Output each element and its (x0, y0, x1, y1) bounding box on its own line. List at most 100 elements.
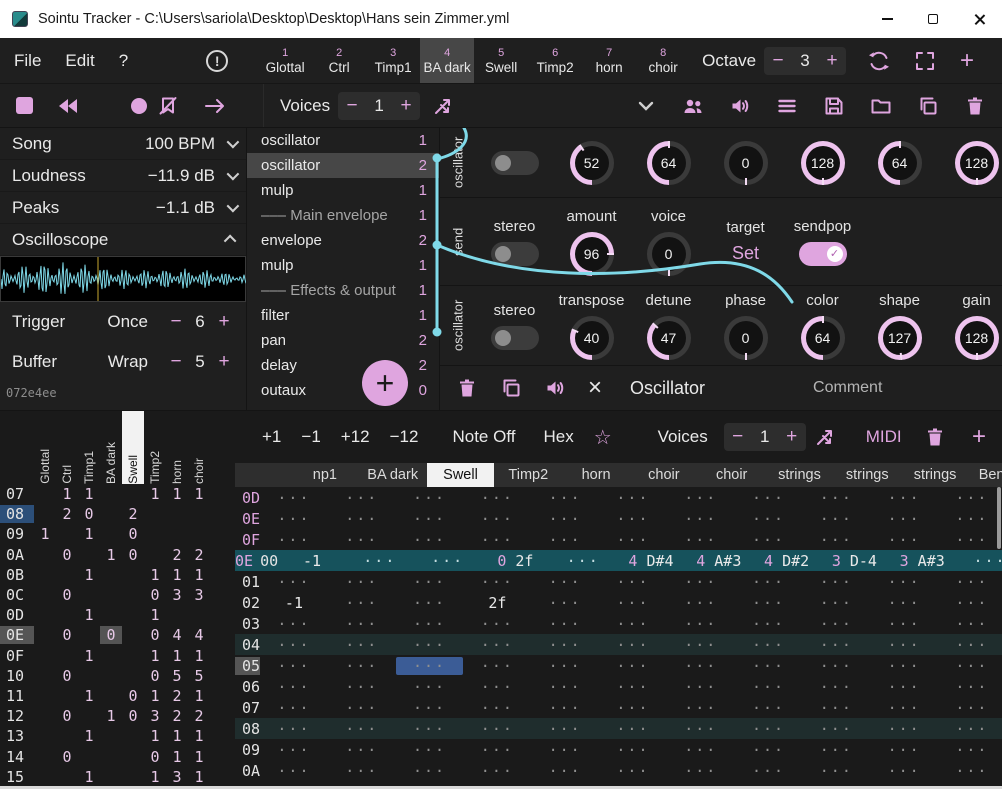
volume-icon[interactable] (729, 95, 751, 117)
note-cell[interactable]: ··· (396, 657, 464, 675)
chevron-down-icon[interactable] (227, 200, 240, 213)
order-cell[interactable]: 2 (166, 687, 188, 705)
rewind-icon[interactable] (57, 96, 81, 116)
note-cell[interactable]: ··· (938, 636, 1002, 654)
knob-transpose[interactable]: 40 (570, 316, 614, 360)
note-cell[interactable]: ··· (396, 531, 464, 549)
knob-param[interactable]: 0 (724, 141, 768, 185)
transpose-minus1-button[interactable]: −1 (301, 427, 320, 447)
note-cell[interactable]: ··· (260, 510, 328, 528)
note-cell[interactable]: ··· (667, 489, 735, 507)
note-row-index[interactable]: 0A (235, 762, 260, 780)
order-cell[interactable]: 1 (78, 485, 100, 503)
unit-list-item[interactable]: filter1 (247, 303, 439, 328)
note-cell[interactable]: ··· (667, 762, 735, 780)
order-cell[interactable]: 0 (122, 525, 144, 543)
order-cell[interactable]: 1 (166, 647, 188, 665)
note-cell[interactable]: ··· (260, 615, 328, 633)
note-cell[interactable]: ··· (531, 678, 599, 696)
note-cell[interactable]: ··· (396, 594, 464, 612)
note-cell[interactable]: ··· (735, 762, 803, 780)
track-tab-swell[interactable]: 5Swell (474, 38, 528, 83)
note-cell[interactable]: ··· (938, 594, 1002, 612)
note-cell[interactable]: ··· (667, 531, 735, 549)
note-cell[interactable]: ··· (735, 678, 803, 696)
order-row-index[interactable]: 12 (0, 707, 34, 725)
note-cell[interactable]: ··· (260, 678, 328, 696)
note-editor-scrollbar[interactable] (997, 487, 1001, 549)
knob-param[interactable]: 128 (801, 141, 845, 185)
note-row-index[interactable]: 05 (235, 657, 260, 675)
note-cell[interactable]: ··· (463, 636, 531, 654)
split-voices-icon[interactable] (432, 95, 454, 117)
note-cell[interactable]: 2f (463, 594, 531, 612)
order-cell[interactable]: 1 (166, 485, 188, 503)
unit-list-item[interactable]: delay2 (247, 353, 439, 378)
note-cell[interactable]: ··· (260, 573, 328, 591)
order-cell[interactable]: 3 (166, 768, 188, 786)
toggle-param[interactable] (491, 151, 539, 175)
knob-color[interactable]: 64 (801, 316, 845, 360)
note-row-index[interactable]: 0D (235, 489, 260, 507)
note-row-index[interactable]: 09 (235, 741, 260, 759)
note-cell[interactable]: ··· (599, 489, 667, 507)
note-cell[interactable]: ··· (802, 699, 870, 717)
order-cell[interactable]: 4 (188, 626, 210, 644)
voices-increment-button[interactable]: + (392, 95, 420, 117)
note-cell[interactable]: ··· (735, 510, 803, 528)
order-header-horn[interactable]: horn (166, 411, 188, 484)
order-cell[interactable]: 0 (144, 626, 166, 644)
transpose-plus12-button[interactable]: +12 (341, 427, 370, 447)
order-cell[interactable]: 0 (144, 667, 166, 685)
note-cell[interactable]: ··· (667, 678, 735, 696)
note-cell[interactable]: ··· (328, 573, 396, 591)
note-cell[interactable]: ··· (870, 657, 938, 675)
track-tab-timp1[interactable]: 3Timp1 (366, 38, 420, 83)
copy-unit-icon[interactable] (500, 377, 522, 399)
note-cell[interactable]: ··· (735, 489, 803, 507)
stop-button[interactable] (16, 97, 33, 114)
note-cell[interactable]: ··· (328, 762, 396, 780)
order-cell[interactable]: 2 (166, 546, 188, 564)
note-cell[interactable]: ··· (667, 636, 735, 654)
note-cell[interactable]: ··· (599, 615, 667, 633)
note-cell[interactable]: ··· (531, 573, 599, 591)
note-cell[interactable]: ··· (938, 510, 1002, 528)
toggle-stereo[interactable] (491, 242, 539, 266)
note-row-index[interactable]: 04 (235, 636, 260, 654)
split-track-icon[interactable] (814, 426, 836, 448)
favorite-icon[interactable]: ☆ (594, 425, 612, 450)
note-cell[interactable]: ··· (396, 678, 464, 696)
menu-help[interactable]: ? (107, 51, 140, 71)
note-cell[interactable]: 3 A#3 (888, 552, 956, 570)
octave-decrement-button[interactable]: − (764, 50, 792, 72)
note-cell[interactable]: ··· (735, 594, 803, 612)
note-cell[interactable]: ··· (414, 552, 482, 570)
note-cell[interactable]: ··· (531, 741, 599, 759)
note-cell[interactable]: ··· (667, 720, 735, 738)
buffer-decrement-button[interactable]: − (164, 351, 188, 373)
solo-unit-icon[interactable] (544, 377, 566, 399)
knob-phase[interactable]: 0 (724, 316, 768, 360)
note-cell[interactable]: ··· (463, 699, 531, 717)
order-cell[interactable]: 1 (78, 606, 100, 624)
note-cell[interactable]: ··· (328, 699, 396, 717)
instruments-icon[interactable] (682, 95, 704, 117)
note-cell[interactable]: ··· (956, 552, 1002, 570)
unit-list-item[interactable]: oscillator1 (247, 128, 439, 153)
note-cell[interactable]: ··· (463, 657, 531, 675)
loop-icon[interactable] (868, 50, 890, 72)
order-cell[interactable]: 0 (122, 687, 144, 705)
unit-list-item[interactable]: oscillator2 (247, 153, 439, 178)
note-cell[interactable]: ··· (463, 510, 531, 528)
note-row-index[interactable]: 06 (235, 678, 260, 696)
knob-amount[interactable]: 96 (570, 232, 614, 276)
note-cell[interactable]: ··· (531, 489, 599, 507)
order-row-index[interactable]: 14 (0, 748, 34, 766)
note-cell[interactable]: ··· (802, 489, 870, 507)
copy-icon[interactable] (917, 95, 939, 117)
note-cell[interactable]: ··· (802, 510, 870, 528)
knob-param[interactable]: 64 (878, 141, 922, 185)
note-cell[interactable]: ··· (667, 741, 735, 759)
note-track-header-strings[interactable]: strings (901, 467, 969, 483)
